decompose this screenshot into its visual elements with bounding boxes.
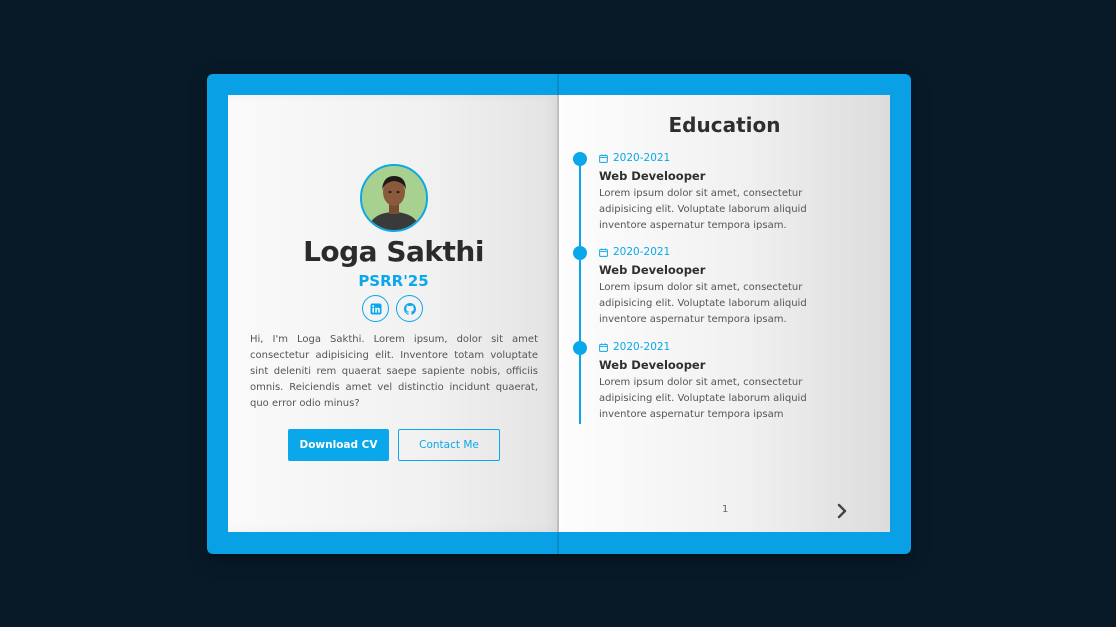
profile-page: Loga Sakthi PSRR'25 Hi, I'm Loga Sakthi.…	[228, 95, 559, 532]
timeline-dot	[573, 341, 587, 355]
social-links	[362, 295, 423, 322]
timeline-desc: Lorem ipsum dolor sit amet, consectetur …	[599, 188, 807, 231]
timeline-dot	[573, 246, 587, 260]
timeline-date: 2020-2021	[599, 341, 670, 353]
section-title: Education	[668, 113, 781, 137]
download-cv-button[interactable]: Download CV	[288, 429, 389, 461]
timeline-desc: Lorem ipsum dolor sit amet, consectetur …	[599, 282, 807, 325]
timeline-date: 2020-2021	[599, 246, 670, 258]
linkedin-icon[interactable]	[362, 295, 389, 322]
timeline-desc: Lorem ipsum dolor sit amet, consectetur …	[599, 377, 807, 420]
timeline-date-text: 2020-2021	[613, 341, 671, 353]
timeline-date-text: 2020-2021	[613, 152, 671, 164]
profile-name: Loga Sakthi	[303, 235, 484, 268]
timeline-role: Web Develooper	[599, 169, 706, 183]
avatar	[360, 164, 428, 232]
timeline-role: Web Develooper	[599, 263, 706, 277]
timeline-line	[579, 159, 581, 424]
page-number: 1	[722, 504, 729, 515]
chevron-right-icon[interactable]	[835, 502, 849, 520]
calendar-icon	[599, 247, 608, 257]
timeline-dot	[573, 152, 587, 166]
timeline-role: Web Develooper	[599, 358, 706, 372]
resume-book: Loga Sakthi PSRR'25 Hi, I'm Loga Sakthi.…	[207, 74, 911, 554]
calendar-icon	[599, 342, 608, 352]
contact-me-button[interactable]: Contact Me	[398, 429, 500, 461]
timeline-date-text: 2020-2021	[613, 246, 671, 258]
profile-subtitle: PSRR'25	[358, 272, 429, 290]
github-icon[interactable]	[396, 295, 423, 322]
calendar-icon	[599, 153, 608, 163]
profile-bio: Hi, I'm Loga Sakthi. Lorem ipsum, dolor …	[250, 334, 538, 409]
education-page: Education 2020-2021 Web Develooper Lorem…	[559, 95, 890, 532]
timeline-date: 2020-2021	[599, 152, 670, 164]
